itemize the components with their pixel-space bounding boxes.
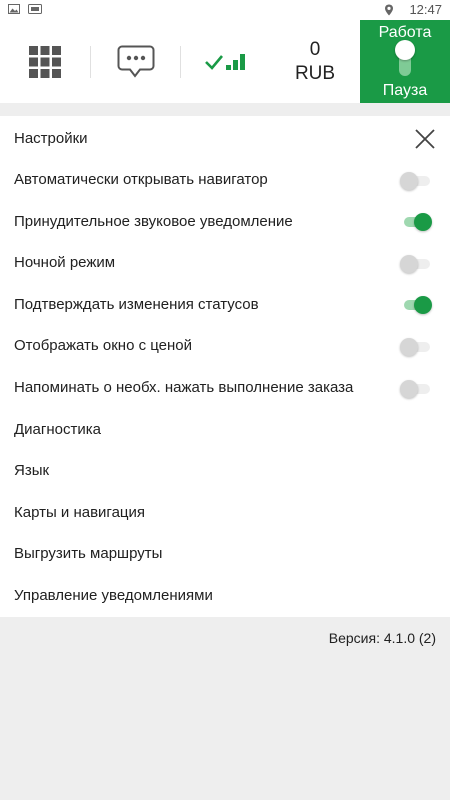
pause-label: Пауза — [382, 82, 428, 99]
close-icon[interactable] — [414, 128, 436, 150]
work-pause-toggle[interactable]: Работа Пауза — [360, 20, 450, 103]
setting-switch[interactable] — [400, 336, 432, 356]
setting-link-row[interactable]: Диагностика — [0, 409, 450, 450]
setting-link-row[interactable]: Выгрузить маршруты — [0, 533, 450, 574]
setting-switch[interactable] — [400, 170, 432, 190]
switch-knob — [414, 213, 432, 232]
grid-menu-icon — [29, 45, 61, 78]
setting-label: Принудительное звуковое уведомление — [14, 212, 293, 230]
switch-knob — [414, 296, 432, 315]
setting-toggle-row[interactable]: Отображать окно с ценой — [0, 325, 450, 366]
setting-switch[interactable] — [400, 211, 432, 232]
setting-label: Ночной режим — [14, 254, 116, 272]
setting-label: Отображать окно с ценой — [14, 337, 193, 355]
connection-signal-icon — [204, 53, 245, 70]
settings-header: Настройки — [0, 118, 450, 159]
setting-label: Диагностика — [14, 420, 101, 438]
status-bar: 12:47 — [0, 0, 450, 20]
setting-link-row[interactable]: Управление уведомлениями — [0, 575, 450, 616]
setting-label: Карты и навигация — [14, 503, 146, 521]
toolbar-gap — [0, 103, 450, 116]
status-time: 12:47 — [409, 2, 442, 17]
setting-toggle-row[interactable]: Ночной режим — [0, 242, 450, 283]
switch-knob — [400, 254, 418, 273]
settings-title: Настройки — [14, 130, 88, 147]
setting-label: Напоминать о необх. нажать выполнение за… — [14, 379, 354, 396]
setting-label: Выгрузить маршруты — [14, 545, 163, 563]
connection-status[interactable] — [181, 20, 270, 103]
switch-knob — [400, 379, 418, 398]
version-text: Версия: 4.1.0 (2) — [328, 630, 436, 646]
switch-knob — [400, 337, 418, 356]
setting-toggle-row[interactable]: Принудительное звуковое уведомление — [0, 201, 450, 242]
work-toggle-knob[interactable] — [395, 40, 415, 60]
setting-link-row[interactable]: Карты и навигация — [0, 492, 450, 533]
image-notification-icon — [8, 4, 20, 14]
setting-toggle-row[interactable]: Автоматически открывать навигатор — [0, 159, 450, 200]
balance-display: 0 RUB — [270, 20, 360, 103]
chat-button[interactable] — [91, 20, 180, 103]
sim-notification-icon — [28, 4, 42, 14]
switch-knob — [400, 171, 418, 190]
chat-bubble-icon — [117, 45, 154, 78]
setting-label: Подтверждать изменения статусов — [14, 295, 259, 313]
setting-switch[interactable] — [400, 378, 432, 398]
setting-label: Автоматически открывать навигатор — [14, 171, 268, 188]
setting-switch[interactable] — [400, 294, 432, 315]
setting-switch[interactable] — [400, 253, 432, 273]
settings-panel: Настройки Автоматически открывать навига… — [0, 116, 450, 617]
balance-amount: 0 — [309, 38, 321, 60]
setting-toggle-row[interactable]: Подтверждать изменения статусов — [0, 284, 450, 325]
menu-button[interactable] — [0, 20, 90, 103]
setting-label: Язык — [14, 462, 50, 480]
setting-toggle-row[interactable]: Напоминать о необх. нажать выполнение за… — [0, 367, 450, 408]
setting-link-row[interactable]: Язык — [0, 450, 450, 491]
setting-label: Управление уведомлениями — [14, 587, 213, 604]
location-pin-icon — [385, 4, 394, 15]
balance-currency: RUB — [294, 62, 336, 84]
